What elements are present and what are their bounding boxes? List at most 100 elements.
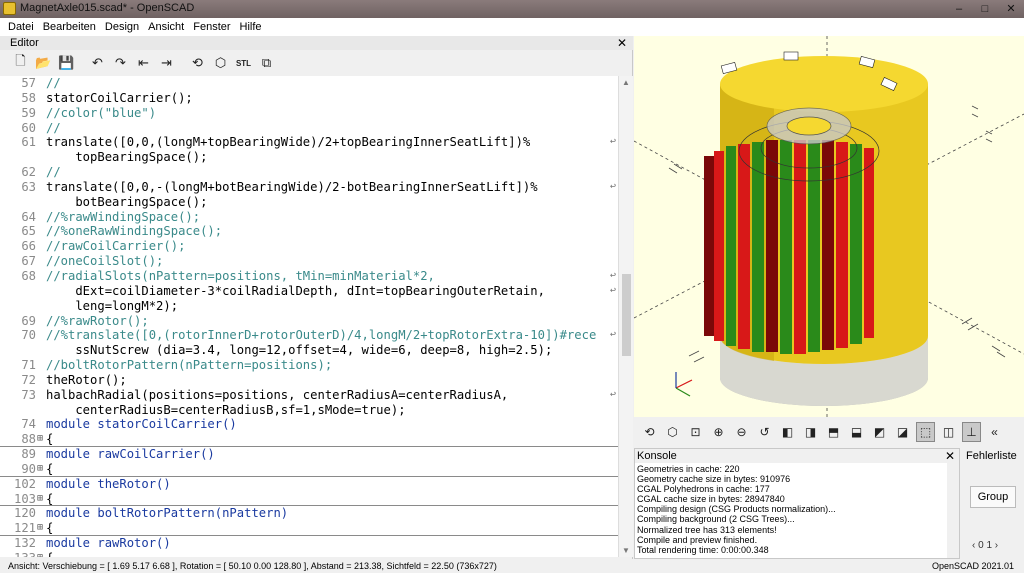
render-icon[interactable]: ⬡ — [211, 54, 230, 72]
editor-close-button[interactable]: ✕ — [617, 36, 627, 50]
error-list-pager[interactable]: ‹ 0 1 › — [972, 540, 998, 551]
code-line[interactable]: ssNutScrew (dia=3.4, long=12,offset=4, w… — [0, 343, 618, 358]
code-line[interactable]: 88 ⊞{ — [0, 432, 618, 448]
export-stl-icon[interactable]: STL — [234, 54, 253, 72]
indent-icon[interactable]: ⇥ — [157, 54, 176, 72]
code-line[interactable]: 72 theRotor(); — [0, 373, 618, 388]
code-line[interactable]: 132 module rawRotor() — [0, 536, 618, 551]
code-line[interactable]: 57 // — [0, 76, 618, 91]
orthogonal-icon[interactable]: ◫ — [939, 422, 958, 442]
maximize-button[interactable]: □ — [972, 0, 998, 18]
code-line[interactable]: 121 ⊞{ — [0, 521, 618, 537]
fold-expand-icon[interactable]: ⊞ — [37, 551, 43, 557]
send-to-print-icon[interactable]: ⧉ — [257, 54, 276, 72]
code-line[interactable]: 64 //%rawWindingSpace(); — [0, 210, 618, 225]
code-line[interactable]: 61 translate([0,0,(longM+topBearingWide)/… — [0, 135, 618, 150]
code-line[interactable]: 74 module statorCoilCarrier() — [0, 417, 618, 432]
code-line[interactable]: 69 //%rawRotor(); — [0, 314, 618, 329]
menu-ansicht[interactable]: Ansicht — [148, 21, 184, 33]
reset-view-icon[interactable]: ↺ — [755, 422, 774, 442]
zoom-out-icon[interactable]: ⊖ — [732, 422, 751, 442]
zoom-in-icon[interactable]: ⊕ — [709, 422, 728, 442]
editor-scrollbar[interactable]: ▲ ▼ — [618, 76, 633, 557]
menu-datei[interactable]: Datei — [8, 21, 34, 33]
code-line[interactable]: 58 statorCoilCarrier(); — [0, 91, 618, 106]
openscad-app-icon — [3, 2, 16, 15]
code-text: module boltRotorPattern(nPattern) — [46, 506, 289, 521]
view-status: Ansicht: Verschiebung = [ 1.69 5.17 6.68… — [8, 561, 497, 571]
view-right-icon[interactable]: ◧ — [778, 422, 797, 442]
console-line: Normalized tree has 313 elements! — [637, 524, 777, 535]
save-icon[interactable]: 💾 — [57, 54, 76, 72]
editor-title: Editor — [10, 37, 39, 49]
menu-design[interactable]: Design — [105, 21, 139, 33]
line-number: 68 — [21, 268, 36, 283]
code-line[interactable]: dExt=coilDiameter-3*coilRadialDepth, dIn… — [0, 284, 618, 299]
code-line[interactable]: 73 halbachRadial(positions=positions, cen… — [0, 388, 618, 403]
close-window-button[interactable]: ✕ — [998, 0, 1024, 18]
toolbar-overflow-icon[interactable]: « — [985, 422, 1004, 442]
open-icon[interactable]: 📂 — [34, 54, 53, 72]
line-wrap-icon: ↩ — [609, 136, 616, 148]
code-line[interactable]: topBearingSpace(); — [0, 150, 618, 165]
fold-expand-icon[interactable]: ⊞ — [37, 492, 43, 507]
axes-indicator-icon — [675, 372, 693, 397]
axes-icon[interactable]: ⊥ — [962, 422, 981, 442]
preview-icon[interactable]: ⟲ — [188, 54, 207, 72]
scroll-up-arrow-icon[interactable]: ▲ — [622, 78, 630, 87]
fold-expand-icon[interactable]: ⊞ — [37, 521, 43, 536]
code-line[interactable]: centerRadiusB=centerRadiusB,sf=1,sMode=t… — [0, 403, 618, 418]
code-editor[interactable]: 57 // 58 statorCoilCarrier(); 59 //color("blu… — [0, 76, 618, 557]
line-wrap-icon: ↩ — [609, 388, 616, 400]
code-line[interactable]: 133⊞{ — [0, 551, 618, 557]
view-left-icon[interactable]: ⬓ — [847, 422, 866, 442]
perspective-icon[interactable]: ⬚ — [916, 422, 935, 442]
menu-fenster[interactable]: Fenster — [193, 21, 230, 33]
code-line[interactable]: 59 //color("blue") — [0, 106, 618, 121]
code-line[interactable]: 102 module theRotor() — [0, 477, 618, 492]
code-line[interactable]: 62 // — [0, 165, 618, 180]
view-back-icon[interactable]: ◪ — [893, 422, 912, 442]
code-line[interactable]: 120 module boltRotorPattern(nPattern) — [0, 506, 618, 521]
code-text: module rawCoilCarrier() — [46, 447, 215, 462]
menu-hilfe[interactable]: Hilfe — [240, 21, 262, 33]
code-line[interactable]: 65 //%oneRawWindingSpace(); — [0, 224, 618, 239]
fold-expand-icon[interactable]: ⊞ — [37, 432, 43, 447]
view-all-icon[interactable]: ⊡ — [686, 422, 705, 442]
view-bottom-icon[interactable]: ⬒ — [824, 422, 843, 442]
code-line[interactable]: 68 //radialSlots(nPattern=positions, tMin… — [0, 269, 618, 284]
preview-icon[interactable]: ⟲ — [640, 422, 659, 442]
3d-viewport[interactable] — [634, 36, 1024, 417]
render-icon[interactable]: ⬡ — [663, 422, 682, 442]
code-line[interactable]: 67 //oneCoilSlot(); — [0, 254, 618, 269]
fold-expand-icon[interactable]: ⊞ — [37, 462, 43, 477]
code-line[interactable]: 103 ⊞{ — [0, 492, 618, 507]
unindent-icon[interactable]: ⇤ — [134, 54, 153, 72]
code-line[interactable]: 66 //rawCoilCarrier(); — [0, 239, 618, 254]
undo-icon[interactable]: ↶ — [88, 54, 107, 72]
minimize-button[interactable]: – — [946, 0, 972, 18]
editor-toolbar: 🗋 📂 💾 ↶ ↷ ⇤ ⇥ ⟲ ⬡ STL ⧉ — [0, 52, 633, 74]
line-number: 103 — [13, 491, 36, 506]
code-line[interactable]: leng=longM*2); — [0, 299, 618, 314]
code-text: topBearingSpace(); — [46, 150, 208, 165]
code-line[interactable]: 63 translate([0,0,-(longM+botBearingWide)… — [0, 180, 618, 195]
console-close-button[interactable]: ✕ — [945, 449, 955, 463]
code-line[interactable]: botBearingSpace(); — [0, 195, 618, 210]
line-wrap-icon: ↩ — [609, 269, 616, 281]
menu-bearbeiten[interactable]: Bearbeiten — [43, 21, 96, 33]
scrollbar-thumb[interactable] — [622, 274, 631, 356]
code-line[interactable]: 71 //boltRotorPattern(nPattern=positions)… — [0, 358, 618, 373]
code-line[interactable]: 89 module rawCoilCarrier() — [0, 447, 618, 462]
view-front-icon[interactable]: ◩ — [870, 422, 889, 442]
scroll-down-arrow-icon[interactable]: ▼ — [622, 546, 630, 555]
view-top-icon[interactable]: ◨ — [801, 422, 820, 442]
code-line[interactable]: 60 // — [0, 121, 618, 136]
console-scrollbar[interactable] — [947, 463, 959, 558]
code-line[interactable]: 90 ⊞{ — [0, 462, 618, 477]
redo-icon[interactable]: ↷ — [111, 54, 130, 72]
version-label: OpenSCAD 2021.01 — [931, 561, 1014, 571]
new-icon[interactable]: 🗋 — [11, 53, 30, 72]
code-line[interactable]: 70 //%translate([0,(rotorInnerD+rotorOute… — [0, 328, 618, 343]
group-button[interactable]: Group — [970, 486, 1016, 508]
